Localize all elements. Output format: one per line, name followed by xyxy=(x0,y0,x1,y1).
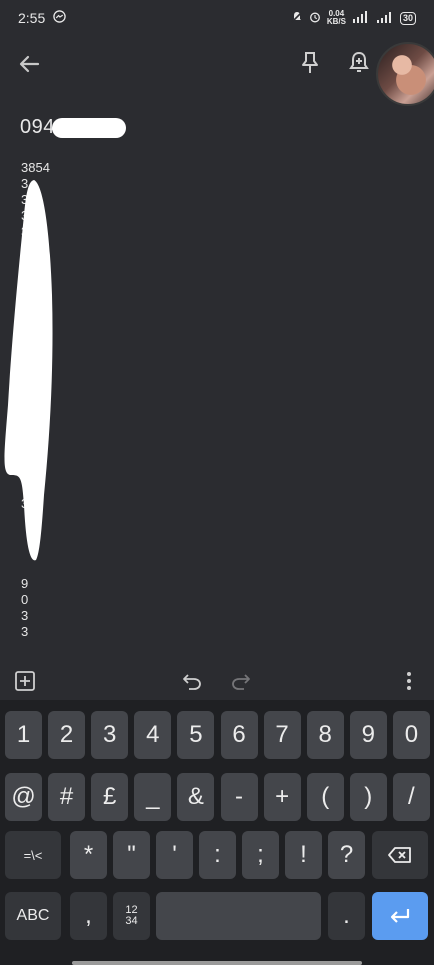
key-symbol[interactable]: £ xyxy=(91,773,129,821)
status-time: 2:55 xyxy=(18,10,46,26)
note-line: 0 xyxy=(21,592,29,607)
undo-icon xyxy=(183,674,201,690)
enter-arrow-icon xyxy=(390,909,410,923)
more-vertical-icon xyxy=(407,672,411,690)
space-key[interactable] xyxy=(156,892,321,940)
arrow-left-icon xyxy=(19,55,40,73)
note-line: 3854 xyxy=(21,160,50,175)
key-1[interactable]: 1 xyxy=(5,711,42,759)
key-symbol[interactable]: ? xyxy=(328,831,365,879)
note-line: 3 xyxy=(21,608,29,623)
key-6[interactable]: 6 xyxy=(220,711,258,759)
comma-key[interactable]: , xyxy=(70,892,107,940)
key-symbol[interactable]: _ xyxy=(134,773,172,821)
key-symbol[interactable]: @ xyxy=(5,773,42,821)
numpad-bottom: 34 xyxy=(125,915,138,927)
square-plus-icon xyxy=(15,671,35,691)
net-speed-unit: KB/S xyxy=(326,17,346,26)
mute-icon xyxy=(291,10,303,26)
status-bar: 2:55 0.04 KB/S 30 xyxy=(0,0,434,36)
period-key[interactable]: . xyxy=(328,892,365,940)
key-symbol[interactable]: " xyxy=(113,831,150,879)
key-symbol[interactable]: ; xyxy=(242,831,279,879)
app-bar xyxy=(0,40,434,90)
redaction-mark xyxy=(52,118,126,138)
enter-key[interactable] xyxy=(372,892,428,940)
messenger-icon xyxy=(53,10,66,26)
pin-button[interactable] xyxy=(298,50,322,76)
more-options-button[interactable] xyxy=(400,670,418,692)
key-2[interactable]: 2 xyxy=(48,711,86,759)
add-button[interactable] xyxy=(14,670,36,692)
key-symbol[interactable]: # xyxy=(48,773,86,821)
key-symbol[interactable]: * xyxy=(70,831,107,879)
note-line: 3 xyxy=(21,624,29,639)
editor-toolbar xyxy=(0,664,434,698)
redaction-scribble xyxy=(4,180,53,561)
key-symbol[interactable]: ! xyxy=(285,831,322,879)
pin-icon xyxy=(302,52,318,73)
key-symbol[interactable]: - xyxy=(220,773,258,821)
undo-button[interactable] xyxy=(181,670,203,692)
key-4[interactable]: 4 xyxy=(134,711,172,759)
wifi-signal-icon xyxy=(352,10,370,26)
note-line: 9 xyxy=(21,576,29,591)
key-5[interactable]: 5 xyxy=(177,711,215,759)
key-3[interactable]: 3 xyxy=(91,711,129,759)
cell-signal-icon xyxy=(376,11,394,26)
key-symbol[interactable]: / xyxy=(392,773,430,821)
account-avatar[interactable] xyxy=(376,42,434,106)
backspace-key[interactable] xyxy=(372,831,428,879)
key-symbol[interactable]: + xyxy=(263,773,301,821)
key-7[interactable]: 7 xyxy=(263,711,301,759)
key-9[interactable]: 9 xyxy=(349,711,387,759)
key-symbol[interactable]: ' xyxy=(156,831,193,879)
redo-button[interactable] xyxy=(230,670,252,692)
numpad-key[interactable]: 12 34 xyxy=(113,892,150,940)
key-symbol[interactable]: ) xyxy=(349,773,387,821)
key-symbol[interactable]: : xyxy=(199,831,236,879)
back-button[interactable] xyxy=(16,50,44,78)
navigation-handle[interactable] xyxy=(72,961,362,965)
alarm-icon xyxy=(309,11,321,26)
abc-key[interactable]: ABC xyxy=(5,892,61,940)
backspace-icon xyxy=(388,847,411,863)
net-speed: 0.04 KB/S xyxy=(327,10,346,26)
redo-icon xyxy=(232,674,250,690)
shift-symbols-key[interactable]: =\< xyxy=(5,831,61,879)
battery-indicator: 30 xyxy=(399,11,416,25)
note-title[interactable]: 094 xyxy=(20,116,55,139)
symbol-keyboard: 1 2 3 4 5 6 7 8 9 0 @ # £ _ & - +() / =\< * " ':;!? ABC, 12 34. xyxy=(0,700,434,965)
reminder-button[interactable] xyxy=(347,50,371,76)
key-symbol[interactable]: ( xyxy=(306,773,344,821)
key-symbol[interactable]: & xyxy=(177,773,215,821)
bell-plus-icon xyxy=(349,51,369,72)
key-8[interactable]: 8 xyxy=(306,711,344,759)
key-10[interactable]: 0 xyxy=(392,711,430,759)
